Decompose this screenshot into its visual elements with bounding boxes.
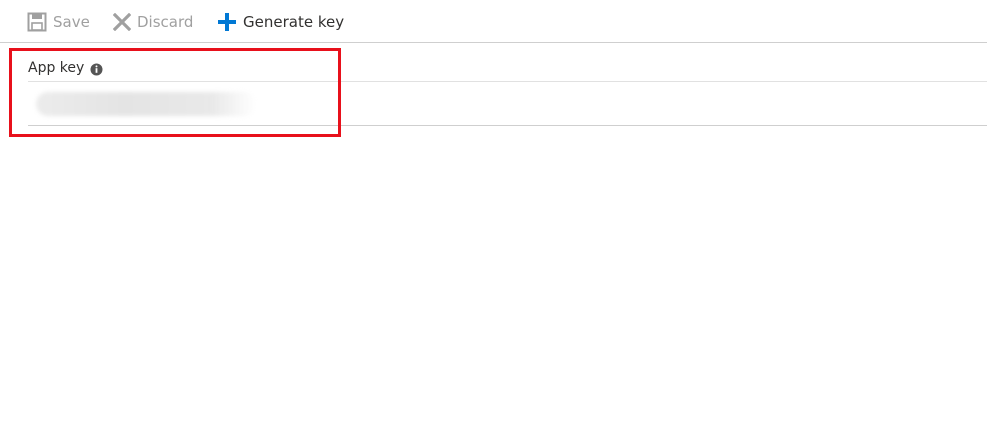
command-bar: Save Discard Generate key <box>0 0 987 43</box>
save-button[interactable]: Save <box>27 0 90 43</box>
close-icon <box>113 12 131 31</box>
generate-key-label: Generate key <box>243 12 345 31</box>
save-icon <box>27 12 47 32</box>
discard-button[interactable]: Discard <box>113 0 193 43</box>
highlight-box <box>9 48 341 137</box>
plus-icon <box>217 12 237 32</box>
discard-label: Discard <box>137 12 194 31</box>
app-key-panel: Save Discard Generate key App key <box>0 0 987 445</box>
generate-key-button[interactable]: Generate key <box>217 0 344 43</box>
save-label: Save <box>53 12 90 31</box>
